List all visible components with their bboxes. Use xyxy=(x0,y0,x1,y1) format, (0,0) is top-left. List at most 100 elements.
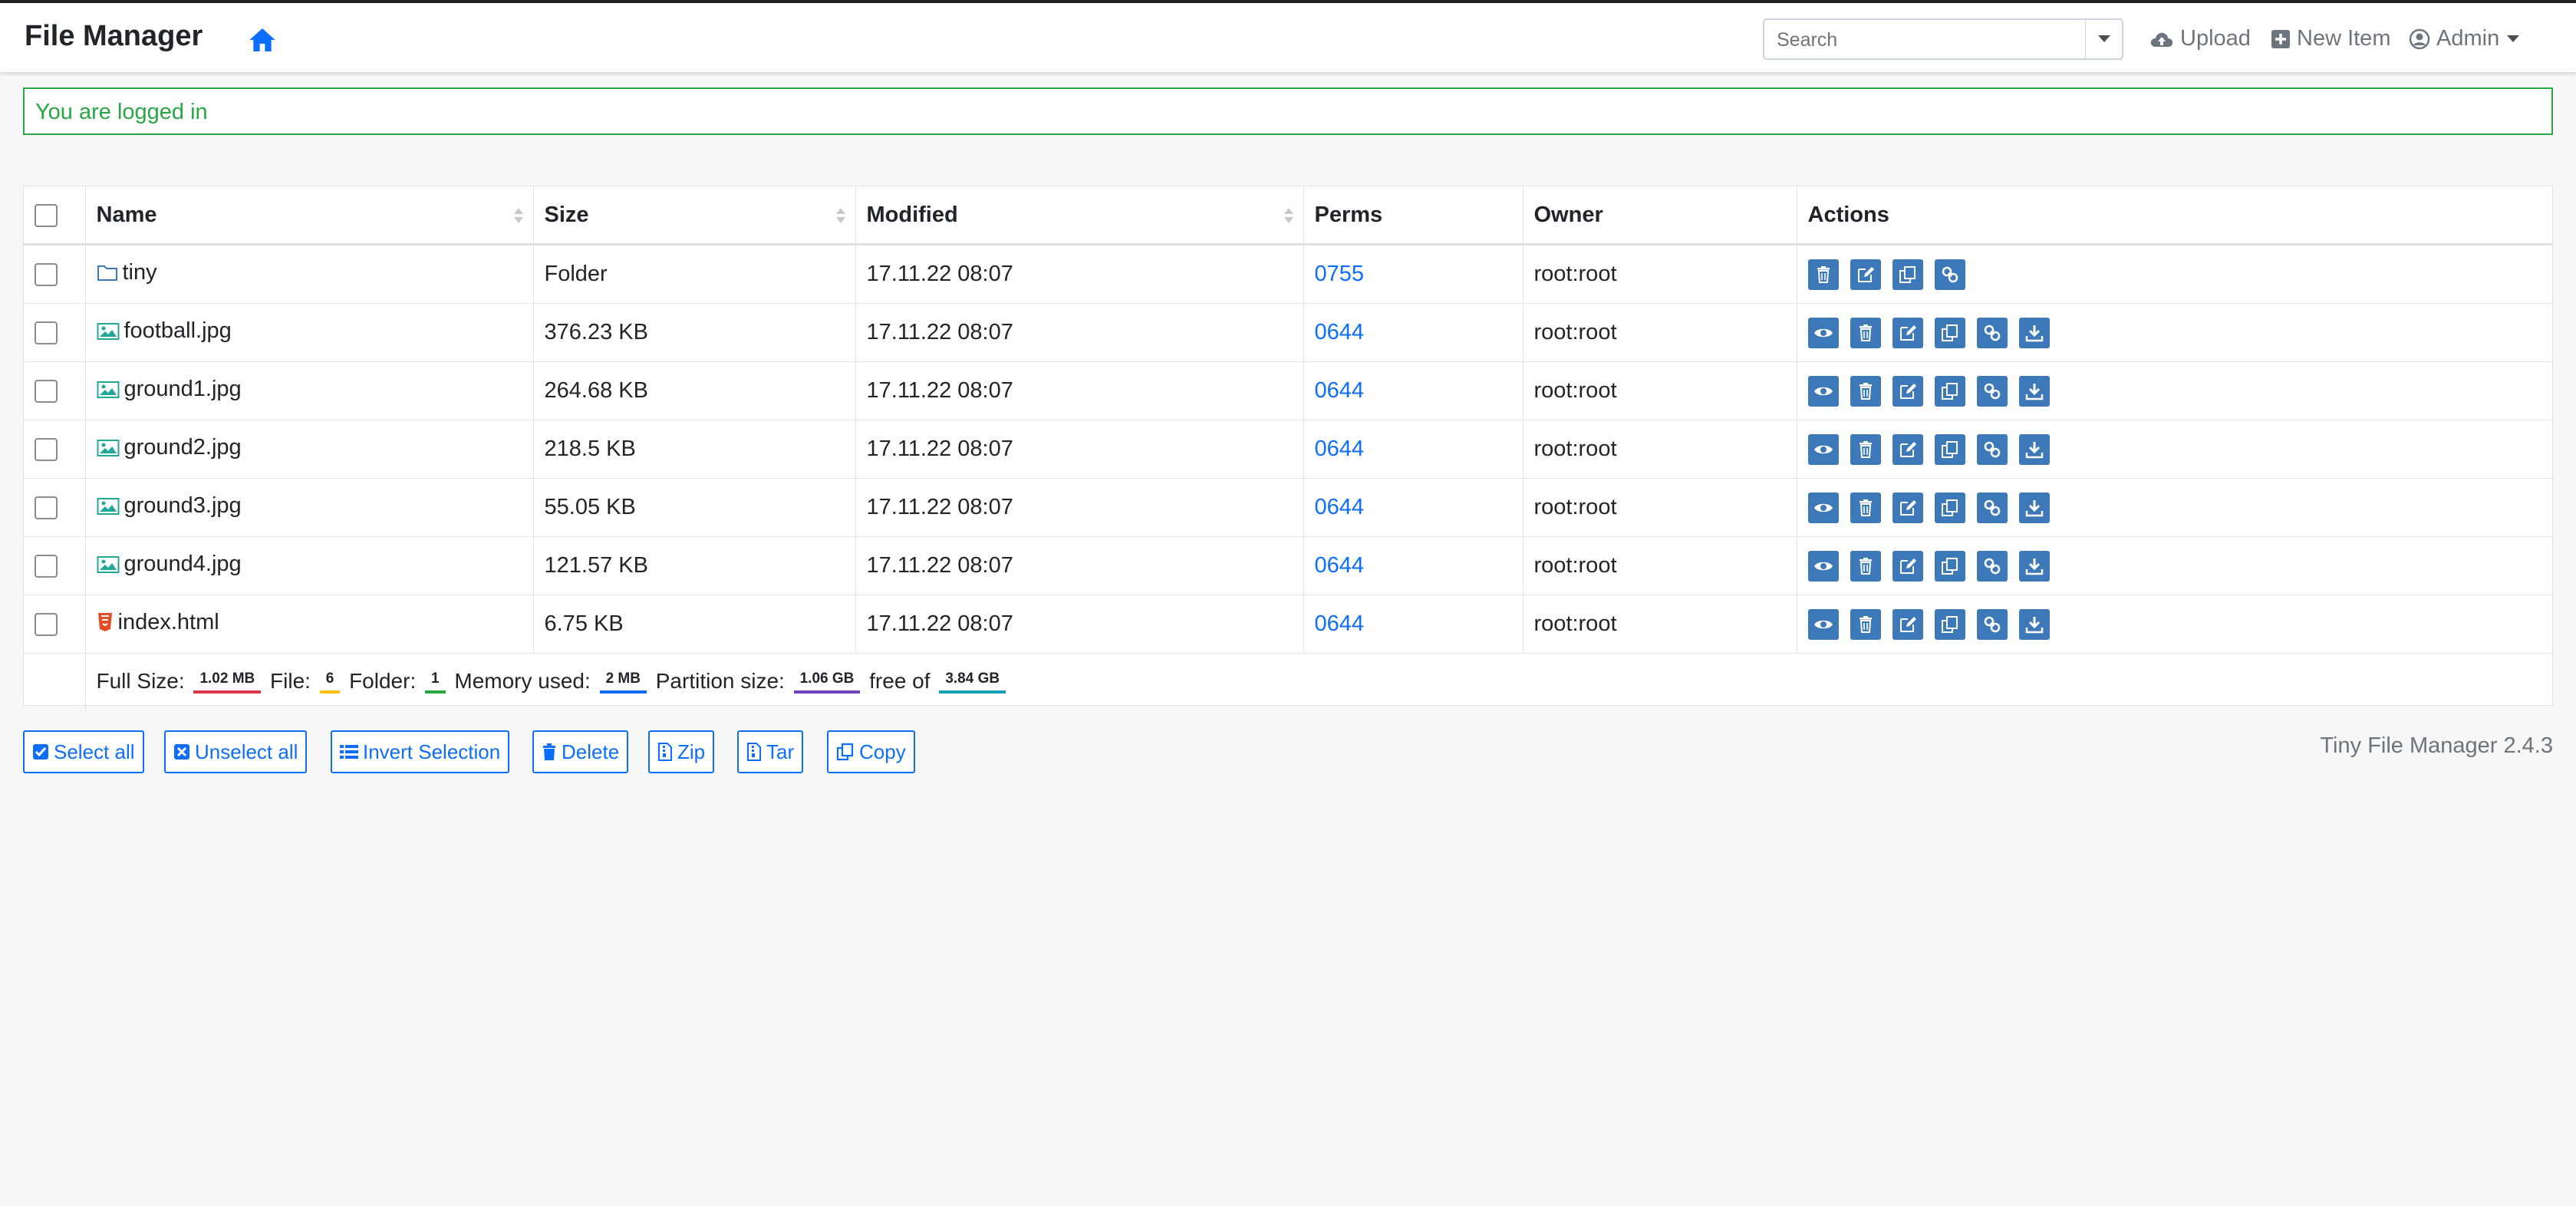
row-checkbox[interactable] xyxy=(35,613,58,637)
rename-button[interactable] xyxy=(1892,433,1923,465)
rename-button[interactable] xyxy=(1892,608,1923,640)
delete-button[interactable] xyxy=(1850,375,1881,407)
rename-button[interactable] xyxy=(1850,259,1881,290)
modified-cell: 17.11.22 08:07 xyxy=(855,244,1304,304)
copy-button[interactable] xyxy=(1934,550,1965,582)
copy-button[interactable] xyxy=(1934,375,1965,407)
perms-cell: 0644 xyxy=(1303,303,1524,362)
file-link[interactable]: ground4.jpg xyxy=(97,552,242,577)
edit-icon xyxy=(1899,558,1916,574)
view-button[interactable] xyxy=(1807,608,1839,640)
delete-button[interactable] xyxy=(1850,608,1881,640)
owner-cell: root:root xyxy=(1523,361,1797,420)
column-header-name[interactable]: Name xyxy=(85,186,534,245)
unselect-all-button[interactable]: Unselect all xyxy=(164,730,308,773)
perms-link[interactable]: 0644 xyxy=(1315,611,1365,636)
edit-icon xyxy=(1899,325,1916,341)
rename-button[interactable] xyxy=(1892,492,1923,523)
view-button[interactable] xyxy=(1807,317,1839,348)
file-link[interactable]: ground2.jpg xyxy=(97,435,242,460)
row-checkbox[interactable] xyxy=(35,496,58,520)
perms-link[interactable]: 0644 xyxy=(1315,495,1365,519)
upload-link[interactable]: Upload xyxy=(2149,26,2251,51)
tar-button[interactable]: Tar xyxy=(737,730,804,773)
row-checkbox[interactable] xyxy=(35,321,58,345)
search-input[interactable] xyxy=(1775,20,2070,60)
download-button[interactable] xyxy=(2018,608,2050,640)
copy-selected-button[interactable]: Copy xyxy=(827,730,915,773)
view-button[interactable] xyxy=(1807,433,1839,465)
size-cell: 121.57 KB xyxy=(533,536,856,595)
image-file-icon xyxy=(97,439,119,456)
link-button[interactable] xyxy=(1976,375,2008,407)
perms-link[interactable]: 0755 xyxy=(1315,262,1365,286)
row-checkbox[interactable] xyxy=(35,438,58,462)
search-options-dropdown[interactable] xyxy=(2085,18,2123,60)
zip-label: Zip xyxy=(677,740,706,763)
copy-icon xyxy=(1899,265,1916,283)
invert-selection-button[interactable]: Invert Selection xyxy=(331,730,510,773)
storage-summary: Full Size: 1.02 MB File: 6 Folder: 1 Mem… xyxy=(85,653,2552,710)
eye-icon xyxy=(1813,387,1833,395)
download-button[interactable] xyxy=(2018,492,2050,523)
file-link[interactable]: ground1.jpg xyxy=(97,377,242,402)
row-checkbox[interactable] xyxy=(35,263,58,287)
file-link[interactable]: football.jpg xyxy=(97,318,232,344)
rename-button[interactable] xyxy=(1892,317,1923,348)
new-item-link[interactable]: New Item xyxy=(2271,26,2390,51)
file-link[interactable]: ground3.jpg xyxy=(97,493,242,519)
row-checkbox[interactable] xyxy=(35,555,58,578)
copy-button[interactable] xyxy=(1892,259,1923,290)
link-icon xyxy=(1984,383,2000,399)
view-button[interactable] xyxy=(1807,492,1839,523)
download-button[interactable] xyxy=(2018,375,2050,407)
file-link[interactable]: index.html xyxy=(97,610,219,635)
rename-button[interactable] xyxy=(1892,550,1923,582)
select-all-button[interactable]: Select all xyxy=(23,730,144,773)
copy-button[interactable] xyxy=(1934,317,1965,348)
link-button[interactable] xyxy=(1976,608,2008,640)
home-icon[interactable] xyxy=(247,25,278,55)
table-row: ground4.jpg 121.57 KB 17.11.22 08:07 0644 ro… xyxy=(24,536,2552,595)
column-header-modified[interactable]: Modified xyxy=(855,186,1304,245)
partition-size-badge: 1.06 GB xyxy=(793,668,861,694)
perms-link[interactable]: 0644 xyxy=(1315,437,1365,461)
trash-icon xyxy=(1859,324,1872,341)
perms-cell: 0644 xyxy=(1303,478,1524,537)
link-button[interactable] xyxy=(1976,317,2008,348)
copy-button[interactable] xyxy=(1934,608,1965,640)
row-checkbox[interactable] xyxy=(35,380,58,404)
perms-link[interactable]: 0644 xyxy=(1315,320,1365,344)
delete-button[interactable] xyxy=(1850,550,1881,582)
download-button[interactable] xyxy=(2018,317,2050,348)
delete-selected-button[interactable]: Delete xyxy=(532,730,629,773)
perms-link[interactable]: 0644 xyxy=(1315,378,1365,403)
file-name: tiny xyxy=(122,260,157,285)
copy-button[interactable] xyxy=(1934,433,1965,465)
file-archive-icon xyxy=(747,743,761,761)
view-button[interactable] xyxy=(1807,375,1839,407)
copy-icon xyxy=(1941,499,1958,516)
delete-button[interactable] xyxy=(1850,433,1881,465)
rename-button[interactable] xyxy=(1892,375,1923,407)
delete-button[interactable] xyxy=(1850,492,1881,523)
delete-button[interactable] xyxy=(1850,317,1881,348)
link-button[interactable] xyxy=(1934,259,1965,290)
row-actions xyxy=(1807,433,2542,465)
link-button[interactable] xyxy=(1976,492,2008,523)
select-all-checkbox[interactable] xyxy=(35,203,58,227)
perms-link[interactable]: 0644 xyxy=(1315,553,1365,578)
copy-button[interactable] xyxy=(1934,492,1965,523)
link-button[interactable] xyxy=(1976,550,2008,582)
delete-button[interactable] xyxy=(1807,259,1839,290)
download-button[interactable] xyxy=(2018,433,2050,465)
view-button[interactable] xyxy=(1807,550,1839,582)
download-button[interactable] xyxy=(2018,550,2050,582)
column-header-size[interactable]: Size xyxy=(533,186,856,245)
zip-button[interactable]: Zip xyxy=(648,730,715,773)
user-menu[interactable]: Admin xyxy=(2409,26,2520,51)
file-link[interactable]: tiny xyxy=(97,260,157,285)
link-button[interactable] xyxy=(1976,433,2008,465)
folder-count-badge: 1 xyxy=(425,668,446,694)
eye-icon xyxy=(1813,562,1833,570)
